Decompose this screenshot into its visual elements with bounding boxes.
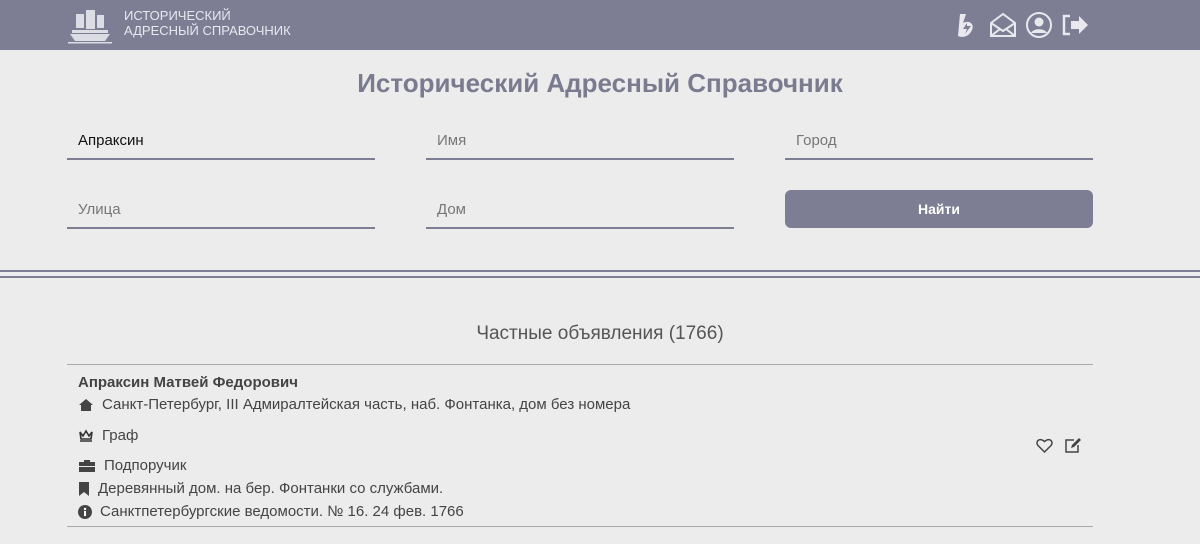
title-text: Граф [102, 427, 139, 444]
city-input[interactable]: Город [785, 120, 1093, 160]
brand-line-2: Адресный справочник [124, 23, 291, 38]
sign-out-icon[interactable] [1060, 10, 1090, 40]
divider [0, 270, 1200, 278]
rank-row: Подпоручик [78, 457, 186, 474]
rank-text: Подпоручик [104, 457, 187, 474]
person-name: Апраксин Матвей Федорович [78, 374, 298, 391]
source-text: Санктпетербургские ведомости. № 16. 24 ф… [100, 503, 464, 520]
top-bar: Исторический Адресный справочник [0, 0, 1200, 50]
heart-icon[interactable] [1036, 438, 1053, 453]
note-row: Деревянный дом. на бер. Фонтанки со служ… [78, 480, 443, 497]
surname-input[interactable]: Апраксин [67, 120, 375, 160]
briefcase-icon [79, 459, 95, 472]
brand-line-1: Исторический [124, 8, 231, 23]
street-input[interactable]: Улица [67, 189, 375, 229]
section-title: Частные объявления (1766) [476, 323, 724, 344]
bookmark-icon [79, 481, 89, 496]
address-text: Санкт-Петербург, III Адмиралтейская част… [102, 396, 631, 413]
house-input[interactable]: Дом [426, 189, 734, 229]
info-circle-icon [78, 504, 92, 519]
title-row: Граф [78, 427, 138, 444]
source-row: Санктпетербургские ведомости. № 16. 24 ф… [78, 503, 464, 520]
note-text: Деревянный дом. на бер. Фонтанки со служ… [98, 480, 444, 497]
name-input[interactable]: Имя [426, 120, 734, 160]
brand-title[interactable]: Исторический Адресный справочник [124, 8, 291, 38]
page-title: Исторический Адресный Справочник [357, 68, 843, 98]
user-circle-icon[interactable] [1024, 10, 1054, 40]
ship-logo-icon[interactable] [66, 6, 114, 44]
home-icon [79, 398, 93, 411]
bolt-b-icon[interactable] [952, 10, 982, 40]
edit-icon[interactable] [1065, 438, 1081, 453]
address-row: Санкт-Петербург, III Адмиралтейская част… [78, 396, 630, 413]
search-button[interactable]: Найти [785, 190, 1093, 228]
envelope-open-icon[interactable] [988, 10, 1018, 40]
crown-icon [79, 428, 93, 442]
list-item: Апраксин Матвей Федорович Санкт-Петербур… [67, 364, 1093, 527]
